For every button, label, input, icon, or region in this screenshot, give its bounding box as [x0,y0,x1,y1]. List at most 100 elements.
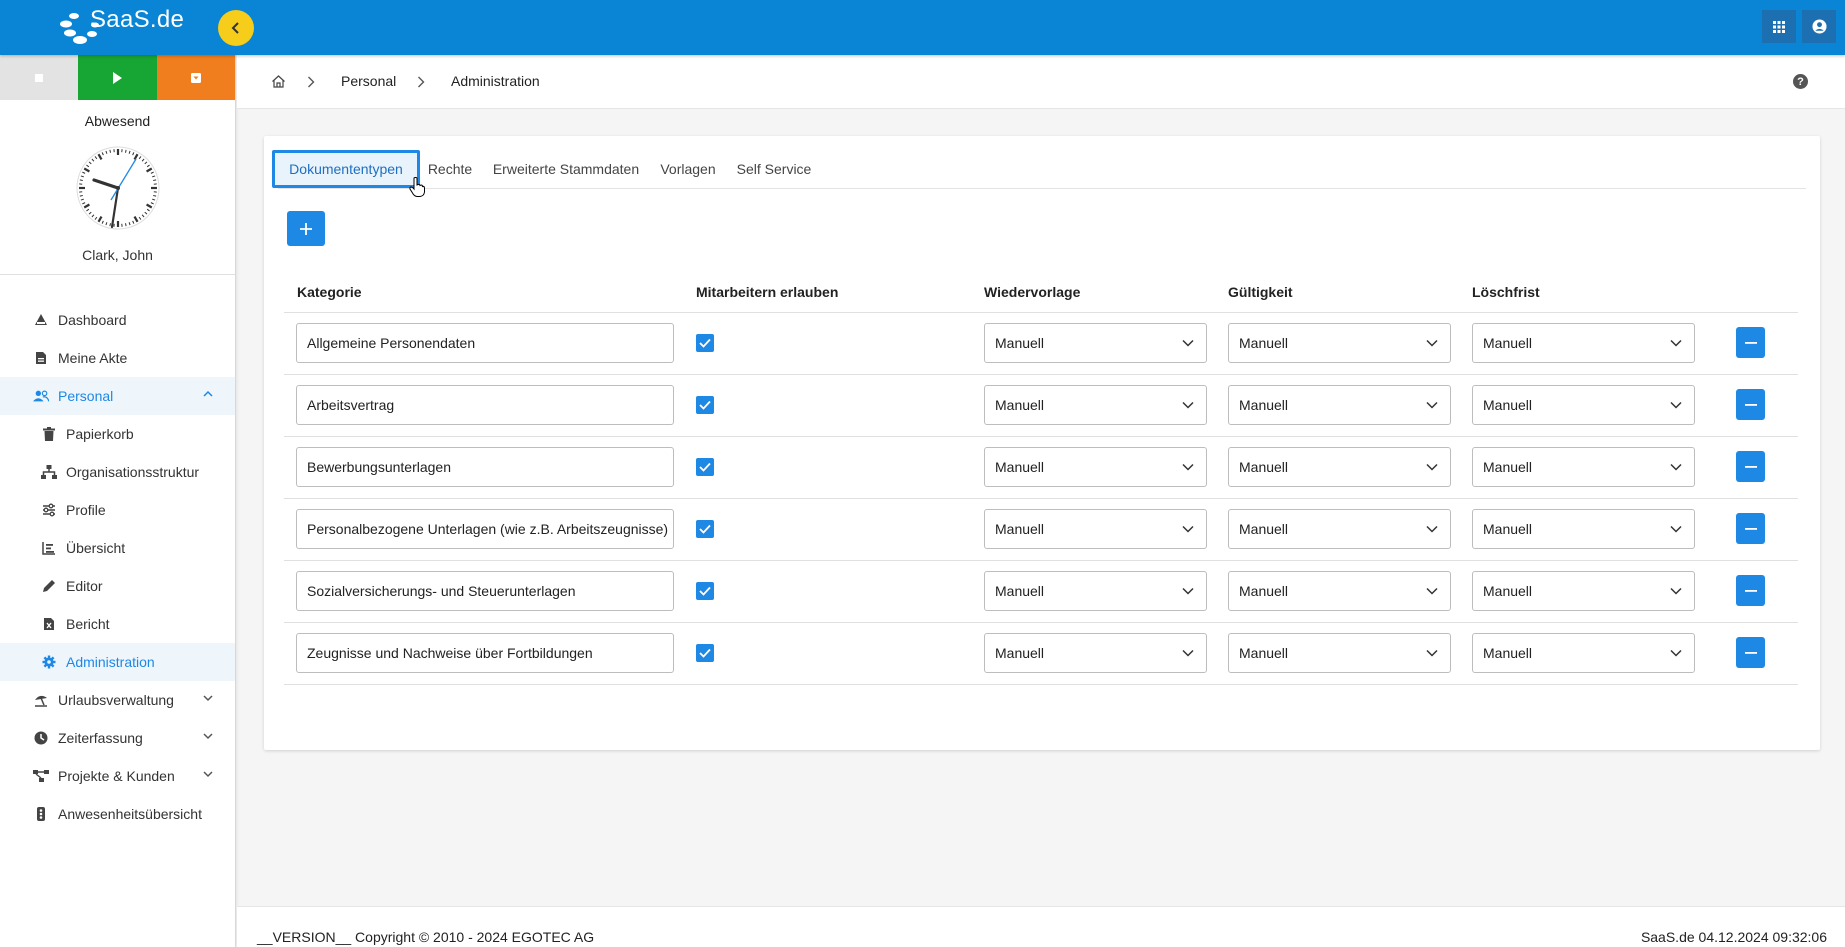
remove-row-button[interactable] [1736,575,1765,606]
kategorie-input[interactable]: Allgemeine Personendaten [296,323,674,363]
kategorie-input[interactable]: Arbeitsvertrag [296,385,674,425]
mitarbeitern-erlauben-checkbox[interactable] [696,582,714,600]
chevron-right-icon [418,76,425,88]
sidebar-item-dashboard[interactable]: Dashboard [0,301,235,339]
select-value: Manuell [995,397,1045,413]
analog-clock [76,146,159,230]
remove-row-button[interactable] [1736,637,1765,668]
chevron-down-icon [1426,339,1438,347]
loeschfrist-select[interactable]: Manuell [1472,323,1695,363]
wiedervorlage-select[interactable]: Manuell [984,385,1207,425]
tab-vorlagen[interactable]: Vorlagen [656,150,720,188]
home-icon[interactable] [271,74,286,89]
kategorie-input[interactable]: Sozialversicherungs- und Steuerunterlage… [296,571,674,611]
account-button[interactable] [1802,10,1836,43]
select-value: Manuell [1239,645,1289,661]
select-value: Manuell [995,645,1045,661]
wiedervorlage-select[interactable]: Manuell [984,509,1207,549]
mitarbeitern-erlauben-checkbox[interactable] [696,520,714,538]
people-icon [33,388,49,404]
loeschfrist-select[interactable]: Manuell [1472,385,1695,425]
table-row: Allgemeine Personendaten Manuell Manuell Ma… [284,313,1798,375]
gueltigkeit-select[interactable]: Manuell [1228,385,1451,425]
gueltigkeit-select[interactable]: Manuell [1228,633,1451,673]
checkmark-icon [699,400,711,410]
sidebar-item-zeiterfassung[interactable]: Zeiterfassung [0,719,235,757]
top-bar: SaaS.de [0,0,1845,55]
sidebar-item-urlaubsverwaltung[interactable]: Urlaubsverwaltung [0,681,235,719]
beach-umbrella-icon [33,692,49,708]
remove-row-button[interactable] [1736,389,1765,420]
remove-row-button[interactable] [1736,451,1765,482]
minus-icon [1744,403,1757,406]
kategorie-input[interactable]: Bewerbungsunterlagen [296,447,674,487]
kategorie-input[interactable]: Personalbezogene Unterlagen (wie z.B. Ar… [296,509,674,549]
stop-button[interactable] [0,55,79,100]
select-value: Manuell [1483,397,1533,413]
apps-button[interactable] [1762,10,1796,43]
sidebar-item-projekte-kunden[interactable]: Projekte & Kunden [0,757,235,795]
org-chart-icon [41,464,57,480]
chevron-down-icon [203,771,213,778]
loeschfrist-select[interactable]: Manuell [1472,447,1695,487]
sidebar-item-organisationsstruktur[interactable]: Organisationsstruktur [0,453,235,491]
sidebar-item-personal[interactable]: Personal [0,377,235,415]
sidebar-item-anwesenheitsuebersicht[interactable]: Anwesenheitsübersicht [0,795,235,833]
sidebar-item-bericht[interactable]: Bericht [0,605,235,643]
mitarbeitern-erlauben-checkbox[interactable] [696,334,714,352]
tab-self-service[interactable]: Self Service [732,150,816,188]
gueltigkeit-select[interactable]: Manuell [1228,571,1451,611]
breadcrumb-personal[interactable]: Personal [341,73,396,89]
sidebar-item-label: Projekte & Kunden [58,768,175,784]
plus-icon [300,222,312,235]
tab-dokumententypen[interactable]: Dokumententypen [272,150,420,188]
select-value: Manuell [1239,583,1289,599]
wiedervorlage-select[interactable]: Manuell [984,323,1207,363]
sidebar-item-profile[interactable]: Profile [0,491,235,529]
wiedervorlage-select[interactable]: Manuell [984,447,1207,487]
sidebar: Abwesend Clark, John Dashboard Meine Akt… [0,55,236,947]
sidebar-item-meine-akte[interactable]: Meine Akte [0,339,235,377]
apps-grid-icon [1773,20,1785,33]
mitarbeitern-erlauben-checkbox[interactable] [696,458,714,476]
remove-row-button[interactable] [1736,513,1765,544]
dropdown-box-icon [190,72,201,83]
logo-text: SaaS.de [90,6,185,33]
account-circle-icon [1811,19,1827,34]
gueltigkeit-select[interactable]: Manuell [1228,447,1451,487]
loeschfrist-select[interactable]: Manuell [1472,509,1695,549]
remove-row-button[interactable] [1736,327,1765,358]
sidebar-item-label: Personal [58,388,114,404]
wiedervorlage-select[interactable]: Manuell [984,633,1207,673]
sidebar-item-label: Anwesenheitsübersicht [58,806,202,822]
footer: __VERSION__ Copyright © 2010 - 2024 EGOT… [237,906,1845,947]
sidebar-item-editor[interactable]: Editor [0,567,235,605]
sidebar-item-label: Meine Akte [58,350,128,366]
gueltigkeit-select[interactable]: Manuell [1228,509,1451,549]
select-value: Manuell [1483,335,1533,351]
help-icon[interactable]: ? [1793,74,1808,89]
sidebar-item-uebersicht[interactable]: Übersicht [0,529,235,567]
saas-logo[interactable]: SaaS.de [58,4,188,48]
sidebar-item-label: Organisationsstruktur [66,464,200,480]
sidebar-item-papierkorb[interactable]: Papierkorb [0,415,235,453]
status-dropdown-button[interactable] [156,55,235,100]
tab-rechte[interactable]: Rechte [424,150,476,188]
gueltigkeit-select[interactable]: Manuell [1228,323,1451,363]
play-button[interactable] [78,55,157,100]
sidebar-item-label: Bericht [66,616,110,632]
mitarbeitern-erlauben-checkbox[interactable] [696,396,714,414]
hand-cursor-icon [409,177,425,197]
column-header-gueltigkeit: Gültigkeit [1228,284,1293,300]
mitarbeitern-erlauben-checkbox[interactable] [696,644,714,662]
tab-erweiterte-stammdaten[interactable]: Erweiterte Stammdaten [488,150,644,188]
loeschfrist-select[interactable]: Manuell [1472,633,1695,673]
loeschfrist-select[interactable]: Manuell [1472,571,1695,611]
sidebar-item-label: Editor [66,578,103,594]
kategorie-input[interactable]: Zeugnisse und Nachweise über Fortbildung… [296,633,674,673]
sidebar-collapse-button[interactable] [218,10,254,46]
chevron-up-icon [203,390,213,397]
add-document-type-button[interactable] [287,211,325,246]
wiedervorlage-select[interactable]: Manuell [984,571,1207,611]
sidebar-item-administration[interactable]: Administration [0,643,235,681]
